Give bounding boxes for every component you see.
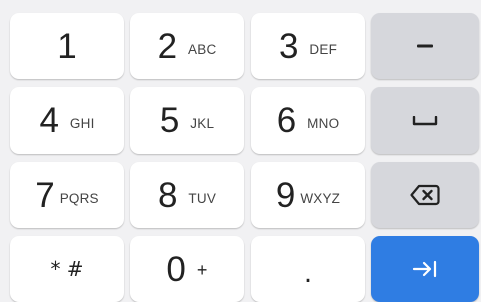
key-5[interactable]: 5 JKL [130, 87, 244, 154]
key-digit: 6 [276, 101, 297, 140]
key-label: * # [50, 257, 84, 281]
key-period[interactable]: . [251, 236, 365, 302]
key-6[interactable]: 6 MNO [251, 87, 365, 154]
key-digit: 2 [157, 26, 178, 66]
key-label: . [303, 259, 313, 289]
key-0[interactable]: 0 + [130, 236, 244, 302]
key-digit: 1 [57, 26, 77, 66]
key-1[interactable]: 1 [10, 13, 124, 79]
next-key[interactable] [371, 236, 479, 302]
key-digit: 7 [35, 175, 55, 215]
backspace-key[interactable] [371, 162, 479, 228]
key-letters: GHI [69, 116, 95, 131]
key-letters: PQRS [59, 190, 99, 206]
key-letters: TUV [188, 190, 217, 206]
space-key[interactable] [371, 87, 479, 154]
key-digit: 8 [157, 175, 178, 215]
space-icon [412, 115, 438, 126]
key-letters: JKL [190, 116, 215, 131]
key-7[interactable]: 7 PQRS [10, 162, 124, 228]
key-letters: MNO [307, 116, 340, 131]
minus-key[interactable] [371, 13, 479, 79]
key-digit: 9 [275, 175, 296, 215]
key-digit: 4 [39, 101, 59, 140]
key-digit: 5 [159, 101, 180, 140]
key-2[interactable]: 2 ABC [130, 13, 244, 79]
key-8[interactable]: 8 TUV [130, 162, 244, 228]
key-star-hash[interactable]: * # [10, 236, 124, 302]
key-letters: DEF [309, 41, 338, 57]
key-digit: 3 [278, 26, 299, 66]
key-4[interactable]: 4 GHI [10, 87, 124, 154]
minus-icon [417, 44, 433, 48]
key-digit: 0 [166, 249, 186, 289]
key-letters: + [196, 259, 208, 280]
key-3[interactable]: 3 DEF [251, 13, 365, 79]
key-letters: ABC [188, 41, 217, 57]
backspace-icon [410, 184, 440, 206]
key-letters: WXYZ [300, 190, 341, 206]
key-9[interactable]: 9 WXYZ [251, 162, 365, 228]
next-tab-icon [412, 260, 438, 278]
numeric-keypad: 1 2 ABC 3 DEF 4 GHI 5 JKL 6 MNO 7 PQRS 8… [0, 0, 481, 302]
